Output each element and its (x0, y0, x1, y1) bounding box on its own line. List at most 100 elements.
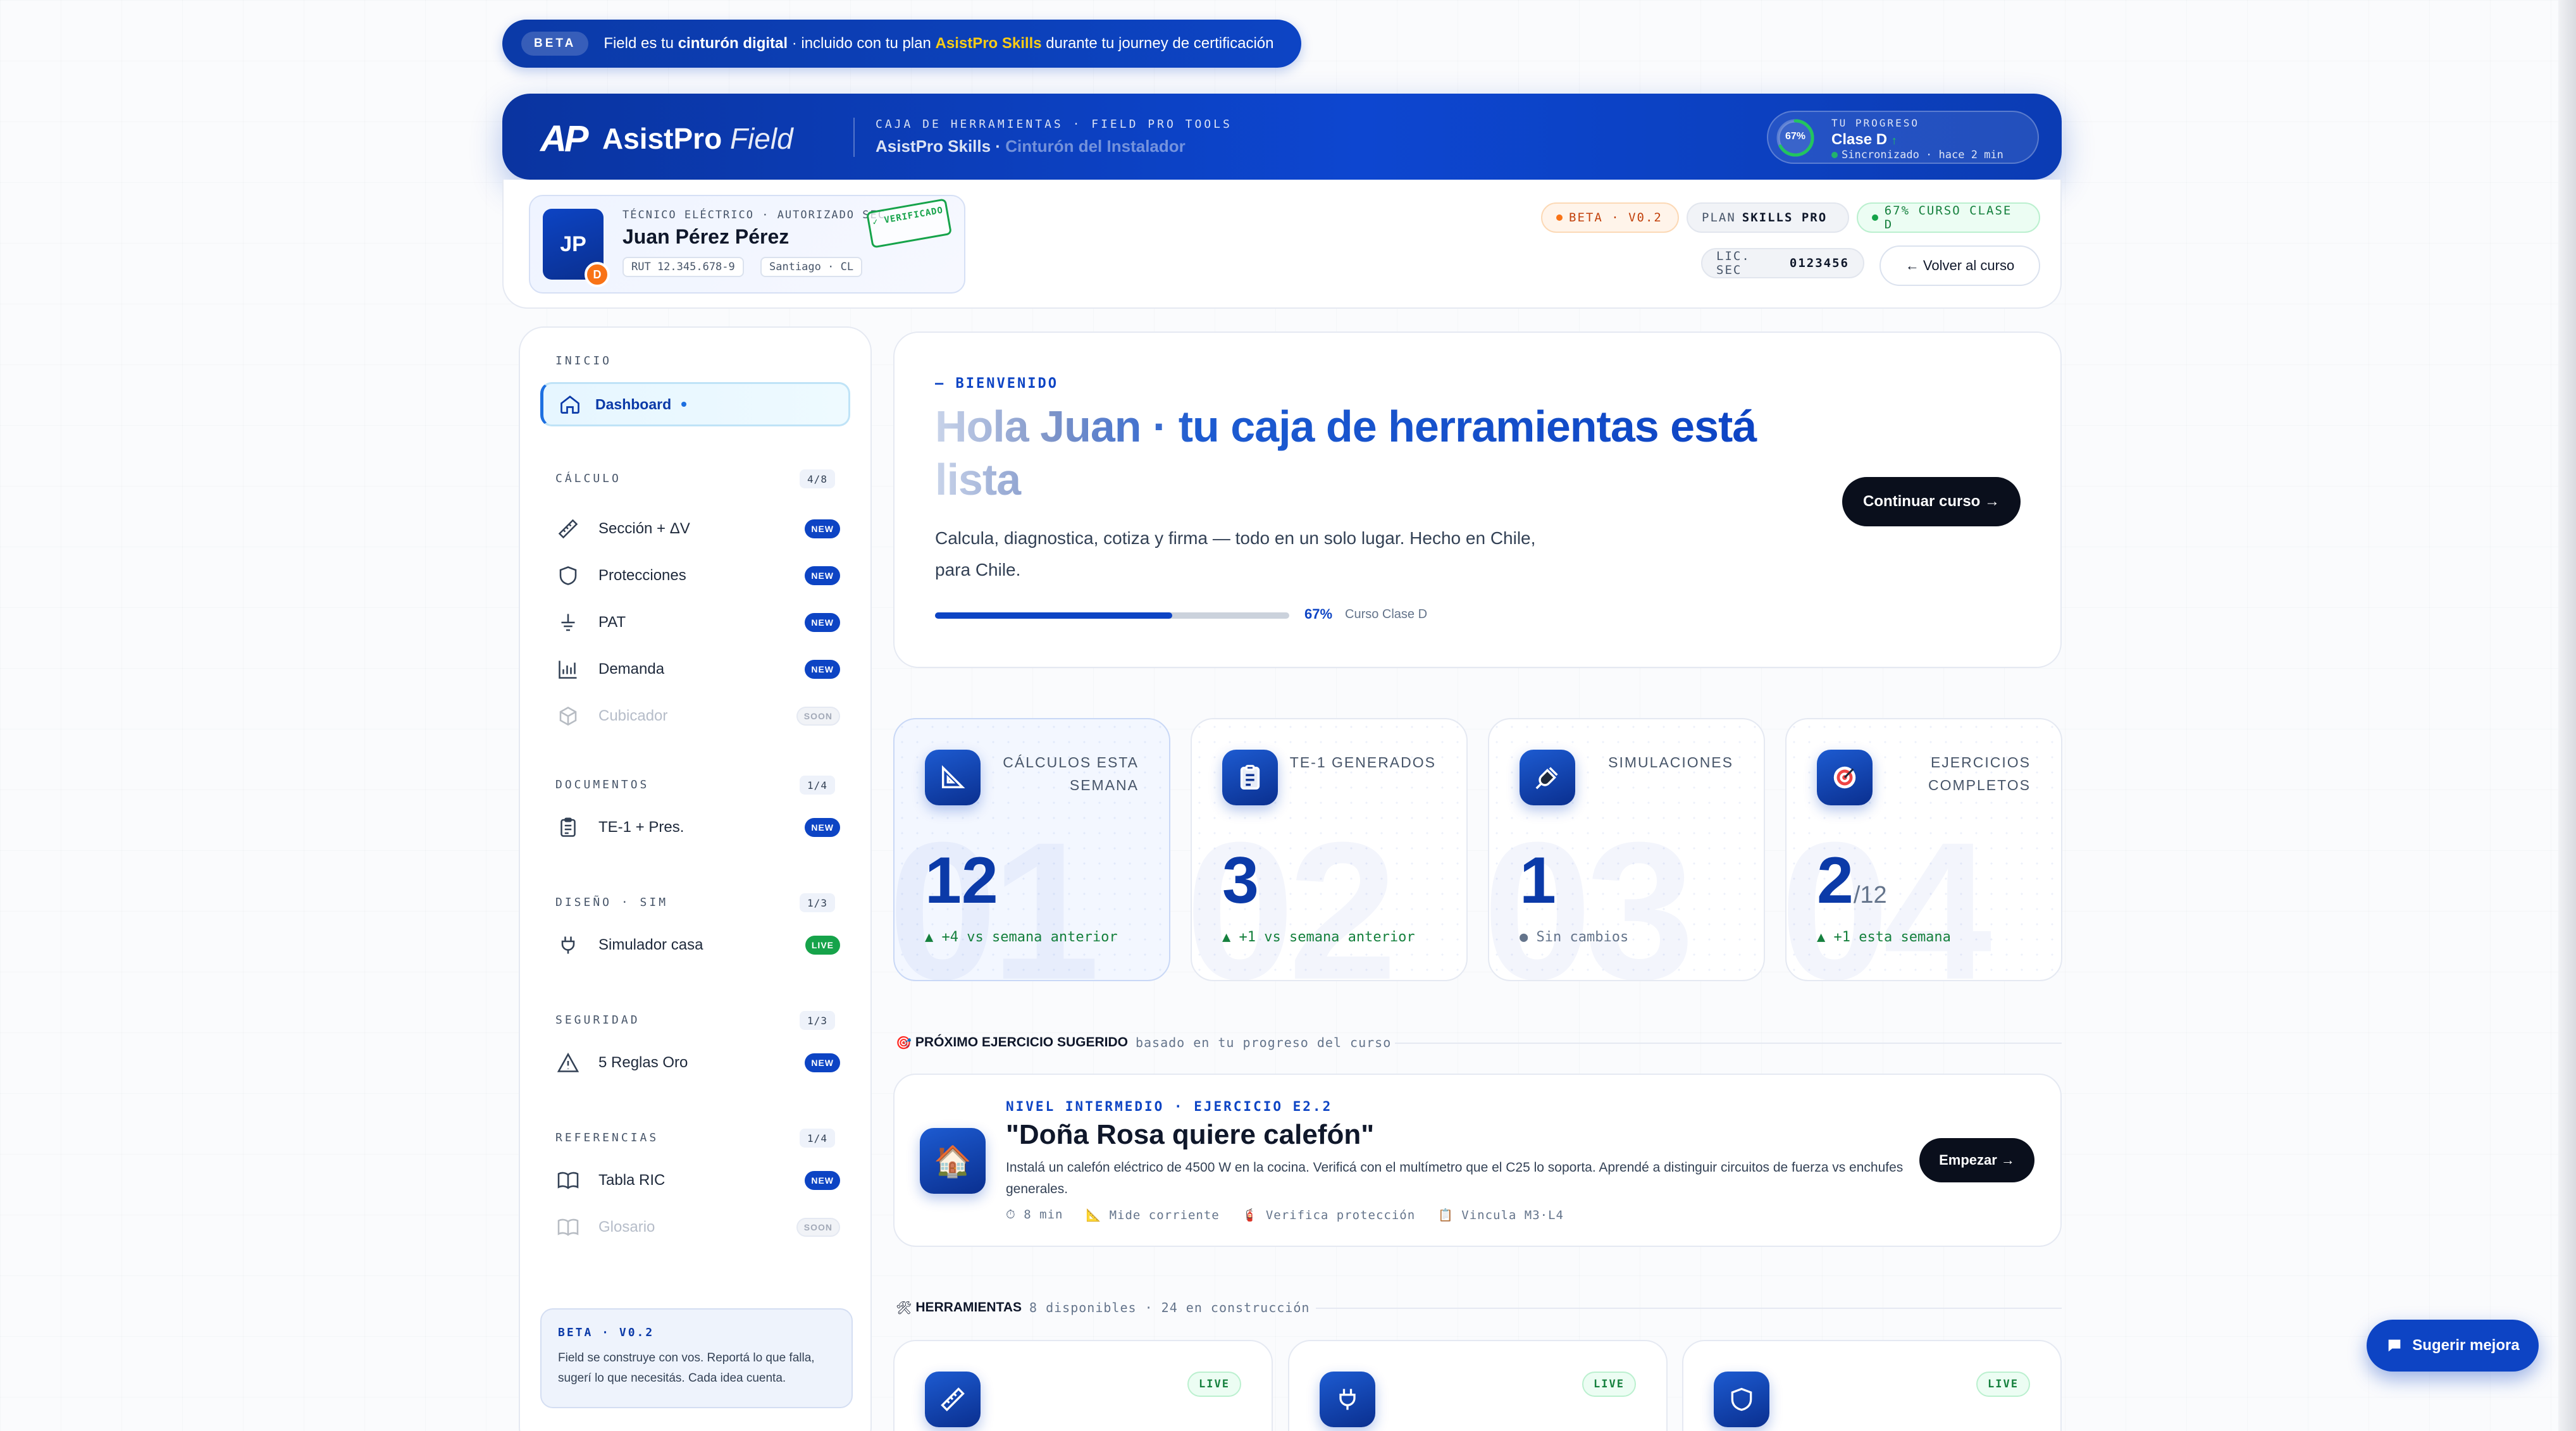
section-count: 1/4 (800, 776, 835, 795)
stat-delta: ▲ +1 esta semana (1817, 929, 1951, 945)
stat-value: 2/12 (1817, 844, 1887, 917)
course-progress-bar (935, 612, 1289, 619)
start-exercise-button[interactable]: Empezar → (1919, 1138, 2034, 1182)
live-badge: LIVE (1976, 1372, 2030, 1397)
section-inicio: INICIO (555, 354, 612, 368)
ground-icon (555, 610, 581, 635)
home-icon (560, 395, 579, 414)
exercise-meta-item: ⏱ 8 min (1006, 1208, 1063, 1222)
page-scrollbar[interactable] (2558, 0, 2576, 1431)
course-tag: 67% CURSO CLASE D (1857, 202, 2040, 233)
sidebar-item-reglas-oro[interactable]: 5 Reglas Oro NEW (555, 1048, 840, 1078)
sidebar-item-glosario: Glosario SOON (555, 1212, 840, 1242)
plug-icon (1520, 750, 1575, 805)
stat-card-te1[interactable]: 02 TE-1 GENERADOS 3 ▲ +1 vs semana anter… (1191, 718, 1468, 981)
book-icon (555, 1215, 581, 1240)
stat-label: TE-1 GENERADOS (1289, 754, 1436, 771)
profile-bar: JP D TÉCNICO ELÉCTRICO · AUTORIZADO SEC … (502, 180, 2062, 309)
set-square-icon (925, 750, 981, 805)
chat-icon (2388, 1339, 2401, 1352)
version-tag: BETA · V0.2 (1541, 202, 1679, 233)
new-badge: NEW (805, 566, 840, 585)
header-divider (853, 118, 855, 157)
beta-banner[interactable]: BETA Field es tu cinturón digital · incl… (502, 20, 1301, 68)
welcome-hero: — BIENVENIDO Hola Juan · tu caja de herr… (893, 331, 2062, 668)
header-subtitle-main: AsistPro Skills · Cinturón del Instalado… (876, 137, 1186, 156)
suggested-exercise-card[interactable]: 🏠 NIVEL INTERMEDIO · EJERCICIO E2.2 "Doñ… (893, 1074, 2062, 1247)
sidebar: INICIO Dashboard CÁLCULO 4/8 Sección + Δ… (519, 326, 872, 1431)
tool-card[interactable]: LIVE (1288, 1340, 1668, 1431)
clipboard-icon (1222, 750, 1278, 805)
active-indicator (681, 402, 687, 407)
banner-text: Field es tu cinturón digital · incluido … (604, 35, 1274, 52)
beta-box-title: BETA · V0.2 (558, 1326, 655, 1339)
exercise-title: "Doña Rosa quiere calefón" (1006, 1119, 1375, 1150)
location-chip: Santiago · CL (760, 257, 863, 277)
sidebar-item-protecciones[interactable]: Protecciones NEW (555, 561, 840, 591)
logo-mark[interactable]: AP (540, 118, 589, 160)
tool-card[interactable]: LIVE (1682, 1340, 2062, 1431)
stat-delta: ▲ +1 vs semana anterior (1222, 929, 1415, 945)
stat-label: SIMULACIONES (1608, 754, 1733, 771)
technician-role: TÉCNICO ELÉCTRICO · AUTORIZADO SEC (622, 209, 886, 221)
sidebar-item-pat[interactable]: PAT NEW (555, 607, 840, 638)
course-progress-percent: 67% (1304, 606, 1333, 622)
technician-id-card[interactable]: JP D TÉCNICO ELÉCTRICO · AUTORIZADO SEC … (529, 195, 965, 294)
new-badge: NEW (805, 1171, 840, 1190)
tool-card[interactable]: LIVE (893, 1340, 1273, 1431)
sidebar-item-label: Dashboard (595, 395, 672, 412)
exercise-meta-item: 🧯 Verifica protección (1242, 1208, 1416, 1222)
beta-feedback-box[interactable]: BETA · V0.2 Field se construye con vos. … (540, 1308, 853, 1408)
house-icon: 🏠 (920, 1128, 986, 1194)
progress-label: TU PROGRESO (1831, 117, 1919, 129)
section-documentos: DOCUMENTOS (555, 778, 650, 791)
section-calculo: CÁLCULO (555, 472, 621, 485)
sidebar-item-demanda[interactable]: Demanda NEW (555, 654, 840, 685)
new-badge: NEW (805, 660, 840, 679)
sidebar-item-cubicador: Cubicador SOON (555, 701, 840, 731)
divider (1395, 1043, 2062, 1044)
section-diseno: DISEÑO · SIM (555, 896, 669, 909)
new-badge: NEW (805, 818, 840, 837)
progress-widget[interactable]: 67% TU PROGRESO Clase D ↑ Sincronizado ·… (1767, 111, 2039, 164)
stat-label: EJERCICIOS COMPLETOS (1928, 754, 2031, 793)
stat-card-ejercicios[interactable]: 04 EJERCICIOS COMPLETOS 2/12 ▲ +1 esta s… (1785, 718, 2062, 981)
exercise-meta-item: 📐 Mide corriente (1086, 1208, 1220, 1222)
section-seguridad: SEGURIDAD (555, 1013, 640, 1027)
clipboard-icon (555, 815, 581, 840)
stat-value: 12 (925, 844, 998, 917)
hero-kicker: — BIENVENIDO (935, 376, 1058, 392)
target-icon: 🎯 (896, 1036, 912, 1050)
continue-course-button[interactable]: Continuar curso → (1842, 477, 2021, 526)
suggest-improvement-button[interactable]: Sugerir mejora (2367, 1320, 2539, 1372)
sidebar-item-simulador[interactable]: Simulador casa LIVE (555, 930, 840, 960)
sidebar-item-tabla-ric[interactable]: Tabla RIC NEW (555, 1165, 840, 1196)
divider (1316, 1308, 2062, 1309)
section-count: 4/8 (800, 469, 835, 488)
ruler-icon (555, 516, 581, 542)
section-count: 1/4 (800, 1129, 835, 1148)
target-icon (1817, 750, 1873, 805)
license-tag: LIC. SEC 0123456 (1701, 248, 1864, 278)
logo-text[interactable]: AsistPro Field (602, 121, 793, 156)
sidebar-item-dashboard[interactable]: Dashboard (540, 382, 850, 426)
beta-pill: BETA (521, 32, 589, 56)
sidebar-item-te1[interactable]: TE-1 + Pres. NEW (555, 812, 840, 843)
soon-badge: SOON (796, 707, 840, 726)
technician-name: Juan Pérez Pérez (622, 225, 790, 248)
back-to-course-button[interactable]: ← Volver al curso (1879, 245, 2040, 286)
section-count: 1/3 (800, 893, 835, 912)
tools-heading: 🛠 HERRAMIENTAS 8 disponibles · 24 en con… (896, 1300, 1310, 1315)
stat-card-simulaciones[interactable]: 03 SIMULACIONES 1 ● Sin cambios (1488, 718, 1765, 981)
stat-ghost-number: 02 (1191, 801, 1397, 981)
sidebar-item-seccion[interactable]: Sección + ΔV NEW (555, 514, 840, 544)
live-badge: LIVE (805, 936, 840, 955)
stat-card-calculos[interactable]: 01 CÁLCULOS ESTA SEMANA 12 ▲ +4 vs seman… (893, 718, 1170, 981)
course-progress-fill (935, 612, 1173, 619)
exercise-meta: ⏱ 8 min 📐 Mide corriente 🧯 Verifica prot… (1006, 1208, 1564, 1222)
cube-icon (555, 703, 581, 729)
live-badge: LIVE (1187, 1372, 1241, 1397)
app-header: AP AsistPro Field CAJA DE HERRAMIENTAS ·… (502, 94, 2062, 180)
live-badge: LIVE (1582, 1372, 1636, 1397)
ruler-icon (925, 1372, 981, 1427)
